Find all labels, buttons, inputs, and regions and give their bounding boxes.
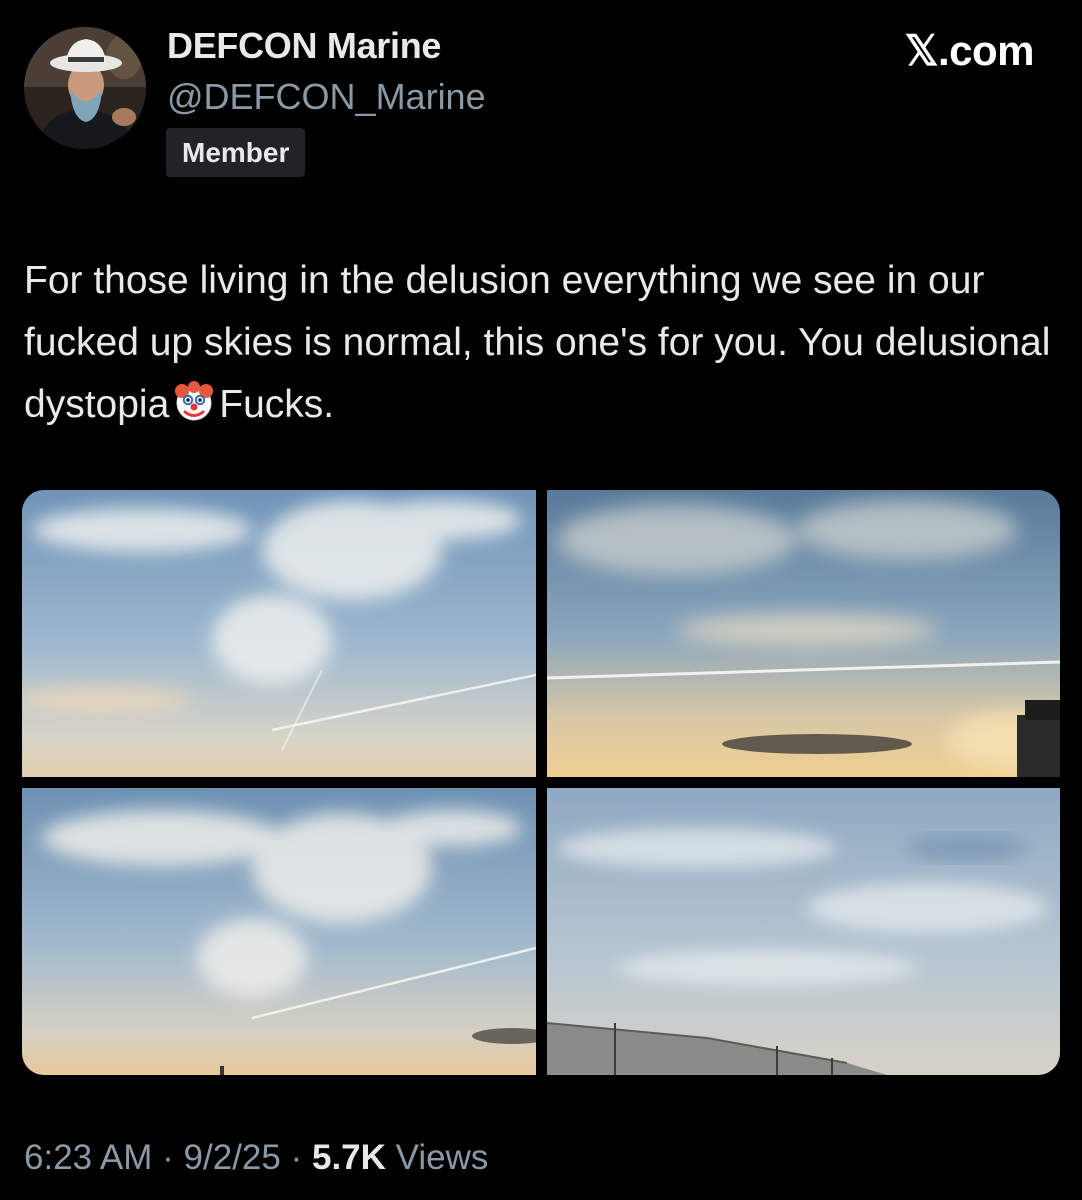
sky-photo-1[interactable] — [22, 490, 536, 777]
author-handle[interactable]: @DEFCON_Marine — [167, 76, 486, 118]
sky-photo-3[interactable] — [22, 788, 536, 1075]
meta-separator: · — [162, 1138, 174, 1177]
meta-separator: · — [290, 1138, 303, 1177]
author-avatar[interactable] — [24, 27, 146, 149]
x-logo-text: 𝕏.com — [904, 27, 1035, 74]
post-text: For those living in the delusion everyth… — [24, 250, 1054, 442]
sky-photo-4[interactable] — [547, 788, 1060, 1075]
post-text-part2: Fucks. — [219, 383, 335, 426]
clown-face-emoji-icon — [173, 380, 215, 442]
media-grid — [22, 490, 1060, 1075]
profile-photo-icon — [24, 27, 146, 149]
post-date[interactable]: 9/2/25 — [184, 1138, 281, 1177]
sky-photo-2[interactable] — [547, 490, 1060, 777]
author-display-name[interactable]: DEFCON Marine — [167, 25, 441, 67]
member-badge: Member — [166, 128, 306, 177]
post-time[interactable]: 6:23 AM — [24, 1138, 152, 1177]
views-label: Views — [395, 1138, 489, 1177]
post-meta: 6:23 AM · 9/2/25 · 5.7K Views — [24, 1138, 488, 1178]
views-count[interactable]: 5.7K — [312, 1138, 386, 1177]
